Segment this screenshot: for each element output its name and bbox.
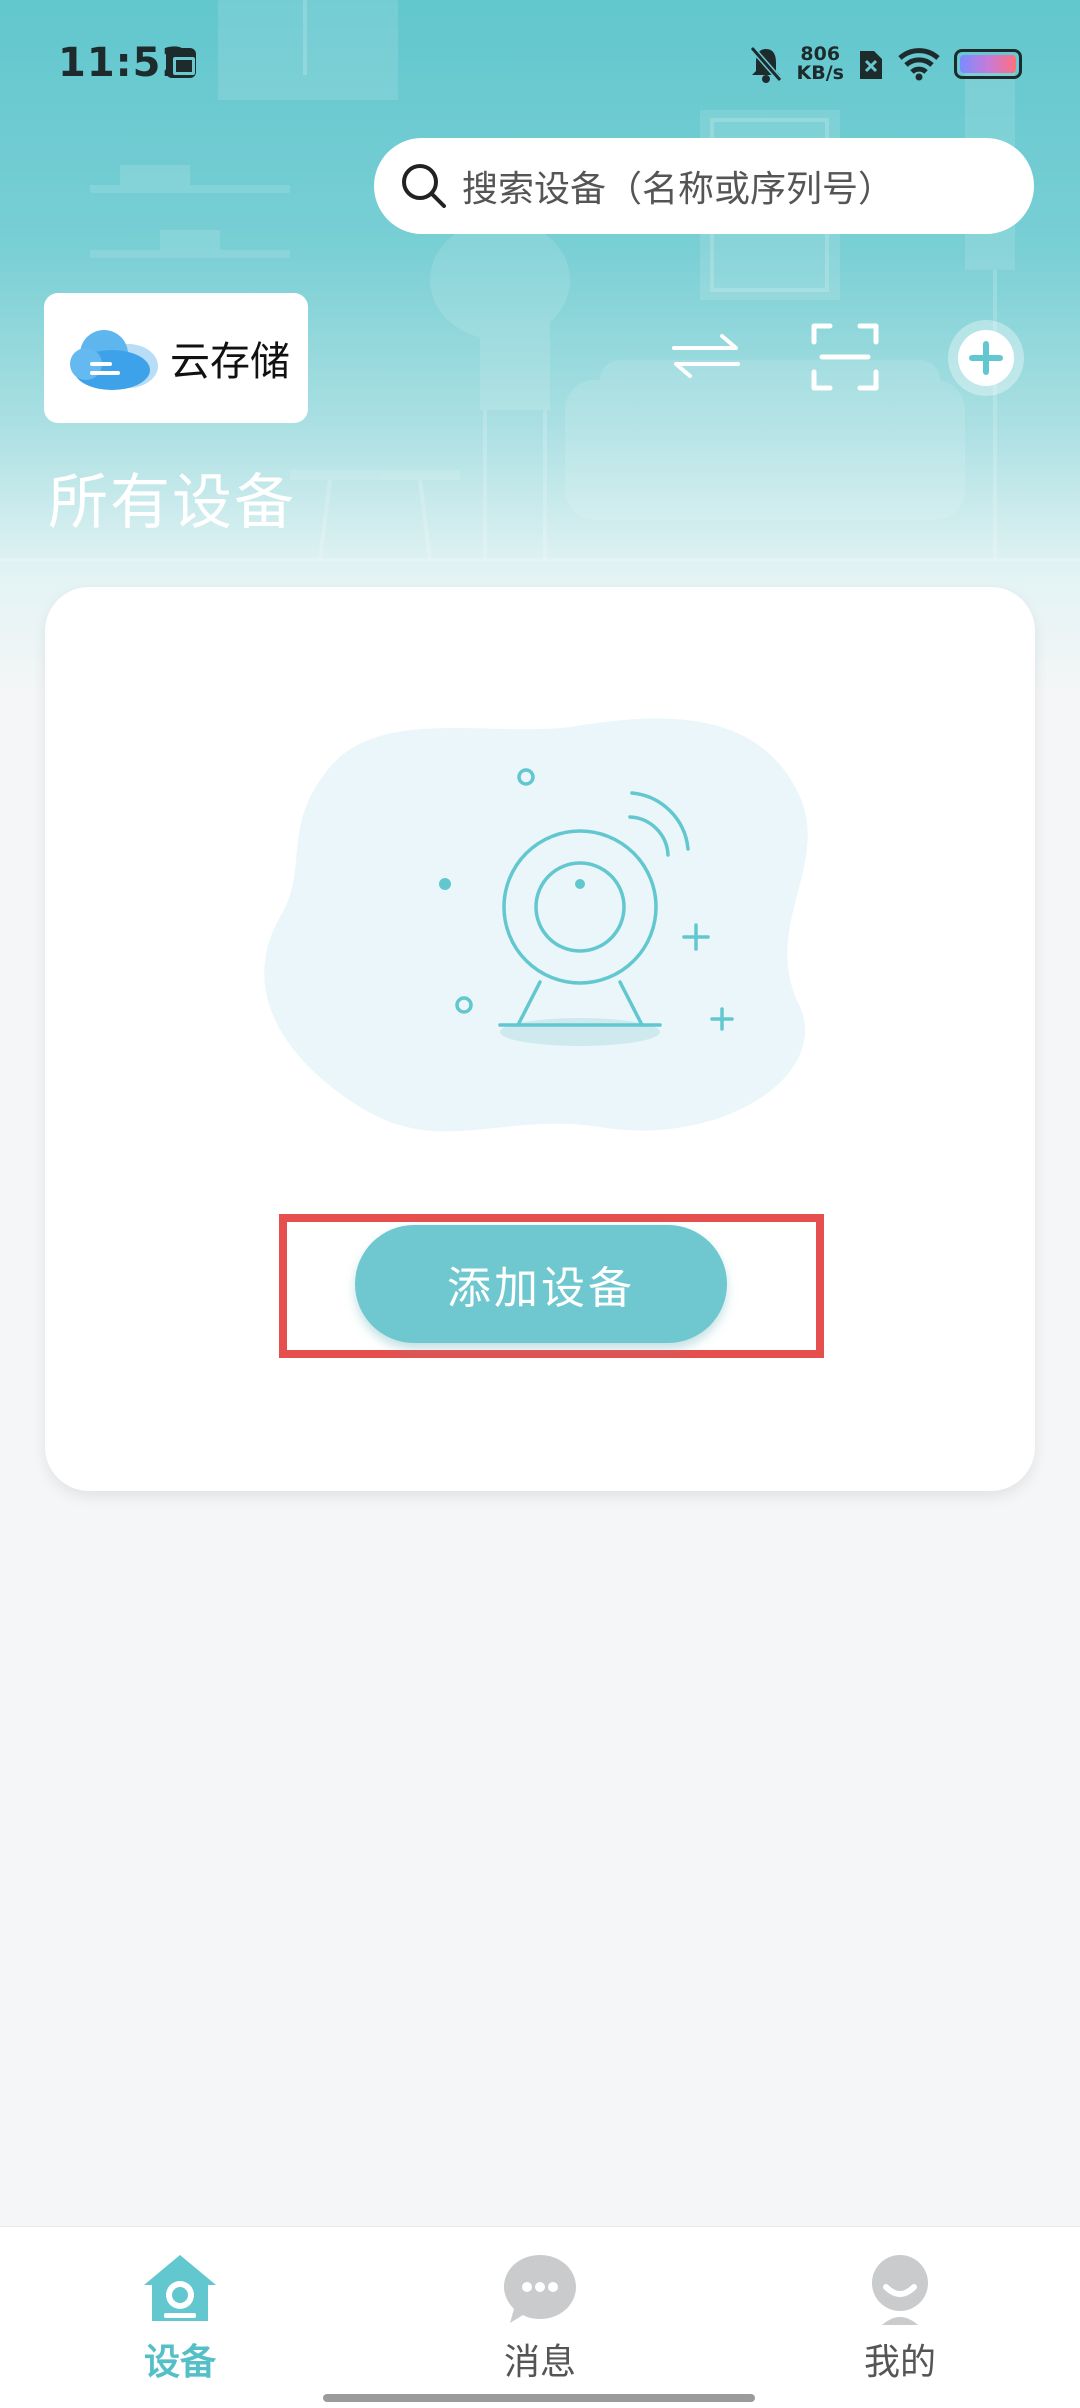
sim-disabled-icon (860, 51, 882, 79)
network-speed: 806 KB/s (797, 45, 844, 83)
cloud-storage-label: 云存储 (170, 339, 290, 385)
switch-arrows-icon[interactable] (670, 326, 742, 386)
bottom-navigation: 设备 消息 我的 (0, 2226, 1080, 2408)
empty-devices-card: 添加设备 (45, 587, 1035, 1491)
tab-messages-label: 消息 (503, 2342, 576, 2383)
add-device-plus-icon[interactable] (946, 318, 1026, 398)
tab-messages[interactable]: 消息 (440, 2249, 640, 2385)
profile-icon (872, 2255, 928, 2325)
tab-mine-label: 我的 (863, 2342, 936, 2383)
scan-icon[interactable] (810, 322, 880, 392)
chat-bubble-icon (504, 2255, 576, 2323)
notification-app-icon (166, 48, 196, 78)
status-bar: 11:52 806 KB/s (0, 0, 1080, 130)
network-speed-unit: KB/s (796, 62, 844, 84)
mute-bell-icon (749, 46, 782, 83)
tab-devices[interactable]: 设备 (80, 2249, 280, 2385)
tab-mine[interactable]: 我的 (800, 2249, 1000, 2385)
search-placeholder: 搜索设备（名称或序列号） (462, 169, 895, 210)
cloud-icon (70, 330, 158, 390)
search-icon (402, 164, 446, 208)
camera-illustration-icon (264, 718, 808, 1132)
home-camera-icon (144, 2255, 216, 2321)
tab-devices-label: 设备 (143, 2342, 216, 2383)
home-indicator[interactable] (323, 2394, 755, 2402)
status-indicators: 806 KB/s (749, 40, 1022, 88)
add-device-button[interactable]: 添加设备 (355, 1225, 727, 1343)
search-input[interactable]: 搜索设备（名称或序列号） (374, 138, 1034, 234)
cloud-storage-button[interactable]: 云存储 (44, 293, 308, 423)
battery-icon (954, 49, 1022, 79)
section-title: 所有设备 (48, 468, 296, 538)
wifi-icon (898, 48, 940, 81)
